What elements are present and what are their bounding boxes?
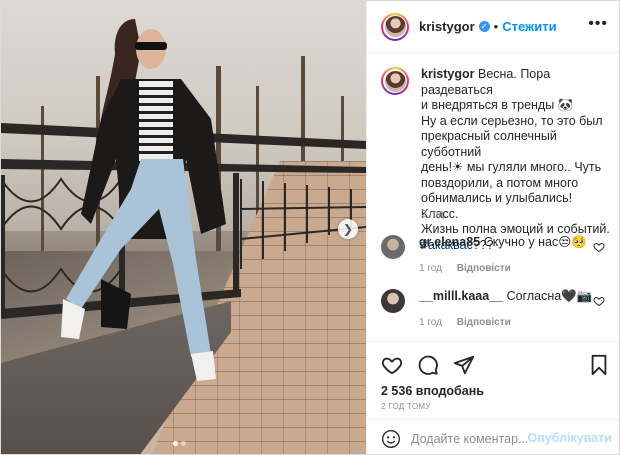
heart-small-icon[interactable] xyxy=(593,241,605,253)
photo-person xyxy=(61,19,226,381)
action-icons xyxy=(381,354,475,376)
share-icon[interactable] xyxy=(453,354,475,376)
verified-badge-icon: ✓ xyxy=(478,21,490,32)
likes-count[interactable]: 2 536 вподобань xyxy=(381,384,484,398)
next-photo-button[interactable]: ❯ xyxy=(338,219,358,239)
author-avatar[interactable] xyxy=(381,12,409,41)
caption-text: kristygor Весна. Пора раздеваться и внед… xyxy=(421,67,611,253)
author-username[interactable]: kristygor xyxy=(419,19,475,34)
comment-body: __milll.kaaa__ Согласна🖤📷 1 год Відповіс… xyxy=(419,289,592,330)
commenter-avatar[interactable] xyxy=(381,289,405,313)
caption-timestamp[interactable]: 2 год. xyxy=(421,209,447,220)
post-header: kristygor ✓ • Стежити ••• xyxy=(367,1,619,53)
comment-time[interactable]: 1 год xyxy=(419,317,442,328)
comment-composer: Опублікувати xyxy=(367,419,619,454)
commenter-username[interactable]: __milll.kaaa__ xyxy=(419,289,503,303)
caption-line: прекрасный солнечный субботний xyxy=(421,129,557,159)
comment-input[interactable] xyxy=(411,431,541,446)
caption-line: Жизнь полна эмоций и событий. xyxy=(421,222,610,236)
carousel-dots xyxy=(173,441,186,446)
comment-item: __milll.kaaa__ Согласна🖤📷 1 год Відповіс… xyxy=(381,289,611,330)
heart-icon[interactable] xyxy=(381,354,403,376)
follow-button[interactable]: Стежити xyxy=(502,19,556,34)
reply-button[interactable]: Відповісти xyxy=(457,263,511,274)
reply-button[interactable]: Відповісти xyxy=(457,317,511,328)
carousel-dot xyxy=(181,441,186,446)
post-caption: kristygor Весна. Пора раздеваться и внед… xyxy=(381,67,611,253)
post-timestamp[interactable]: 2 ГОД ТОМУ xyxy=(381,402,431,411)
post-photo[interactable]: ❯ xyxy=(1,1,366,454)
bookmark-icon[interactable] xyxy=(588,354,610,376)
post-dialog: ❯ kristygor ✓ • Стежити ••• kristygor Ве… xyxy=(0,0,620,455)
caption-line: повздорили, а потом много xyxy=(421,175,579,190)
commenter-username[interactable]: gr.elena85 xyxy=(419,235,480,249)
heart-small-icon[interactable] xyxy=(593,295,605,307)
emoji-icon[interactable] xyxy=(381,429,401,449)
caption-avatar[interactable] xyxy=(381,67,409,95)
caption-line: и внедряться в тренды 🐼 xyxy=(421,98,574,112)
carousel-dot xyxy=(173,441,178,446)
caption-line: день!☀ мы гуляли много.. Чуть xyxy=(421,160,602,174)
comment-time[interactable]: 1 год xyxy=(419,263,442,274)
comment-meta: 1 год Відповісти xyxy=(419,315,592,330)
comment-meta: 1 год Відповісти xyxy=(419,261,587,276)
header-separator: • xyxy=(493,19,499,34)
post-sidebar: kristygor ✓ • Стежити ••• kristygor Весн… xyxy=(366,1,619,454)
more-options-icon[interactable]: ••• xyxy=(588,16,608,32)
bookmark-button[interactable] xyxy=(588,354,610,379)
comment-text: Согласна🖤📷 xyxy=(506,289,593,303)
commenter-avatar[interactable] xyxy=(381,235,405,259)
next-arrow-icon: ❯ xyxy=(342,222,354,236)
publish-button[interactable]: Опублікувати xyxy=(527,431,612,445)
caption-username[interactable]: kristygor xyxy=(421,67,475,81)
comment-item: gr.elena85 Скучно у нас😒🥺 1 год Відповіс… xyxy=(381,235,611,276)
comment-body: gr.elena85 Скучно у нас😒🥺 1 год Відповіс… xyxy=(419,235,587,276)
caption-line: Ну а если серьезно, то это был xyxy=(421,113,603,128)
comment-text: Скучно у нас😒🥺 xyxy=(483,235,587,249)
post-actions: 2 536 вподобань 2 ГОД ТОМУ Опублікувати xyxy=(367,341,619,454)
comment-icon[interactable] xyxy=(417,354,439,376)
